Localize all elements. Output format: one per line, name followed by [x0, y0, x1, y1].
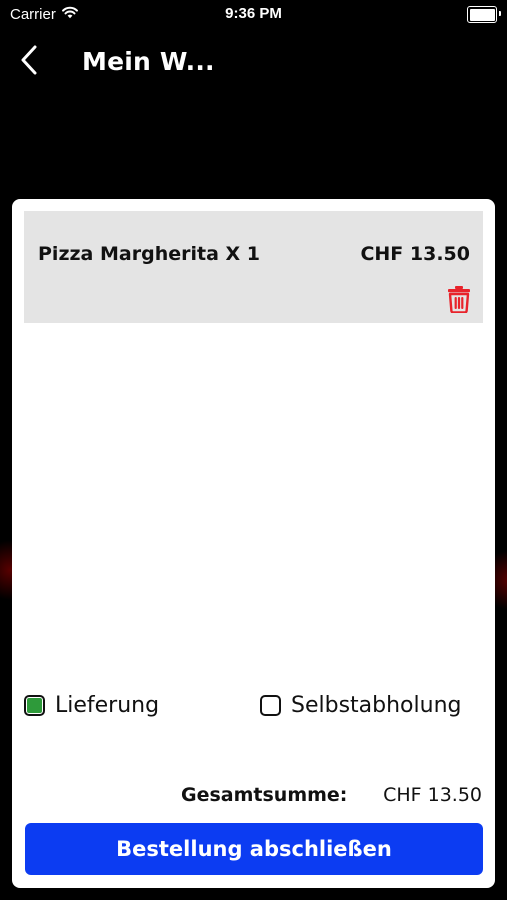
pickup-label: Selbstabholung — [291, 693, 462, 718]
status-time: 9:36 PM — [225, 5, 282, 22]
checkbox-checked-fill — [27, 698, 42, 713]
delivery-option[interactable]: Lieferung — [24, 693, 159, 718]
total-label: Gesamtsumme: — [181, 784, 348, 806]
battery-fill — [469, 8, 495, 21]
battery-icon — [467, 6, 501, 23]
pickup-checkbox[interactable] — [260, 695, 281, 716]
chevron-left-icon — [19, 44, 39, 81]
pickup-option[interactable]: Selbstabholung — [260, 693, 461, 718]
back-button[interactable] — [12, 44, 46, 80]
cart-card: Pizza Margherita X 1 CHF 13.50 Lieferung… — [12, 199, 495, 888]
delivery-label: Lieferung — [55, 693, 160, 718]
delivery-checkbox[interactable] — [24, 695, 45, 716]
cart-item: Pizza Margherita X 1 CHF 13.50 — [24, 211, 483, 323]
navigation-bar: Mein W... — [0, 38, 507, 88]
checkout-button[interactable]: Bestellung abschließen — [25, 823, 483, 875]
battery-nub — [499, 11, 501, 16]
status-bar: Carrier 9:36 PM — [0, 0, 507, 30]
page-title: Mein W... — [82, 47, 215, 76]
total-value: CHF 13.50 — [383, 784, 482, 806]
cart-item-name: Pizza Margherita X 1 — [38, 243, 260, 265]
cart-item-price: CHF 13.50 — [360, 243, 470, 265]
cart-screen: Carrier 9:36 PM Mein W... Pizza Margheri… — [0, 0, 507, 900]
delete-item-button[interactable] — [447, 285, 471, 314]
trash-icon — [447, 286, 471, 317]
